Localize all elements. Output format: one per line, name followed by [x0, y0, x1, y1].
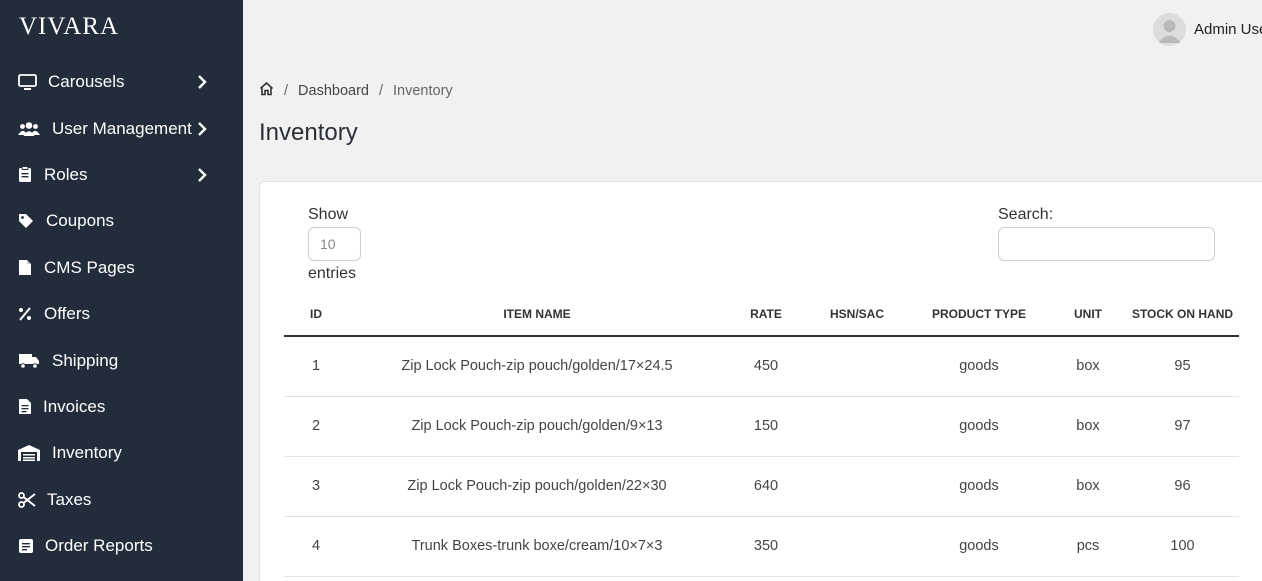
cell-item-name: Zip Lock Pouch-zip pouch/golden/17×24.5: [348, 336, 726, 397]
user-name[interactable]: Admin User: [1194, 21, 1262, 38]
table-row[interactable]: 1 Zip Lock Pouch-zip pouch/golden/17×24.…: [284, 336, 1239, 397]
breadcrumb: / Dashboard / Inventory: [259, 81, 453, 100]
sidebar: VIVARA Carousels User Management Roles C…: [0, 0, 243, 581]
inventory-card: Show 10 entries Search: ID ITEM NAME RAT…: [259, 181, 1262, 581]
cell-product-type: goods: [908, 456, 1050, 517]
cell-product-type: goods: [908, 396, 1050, 457]
sidebar-item-label: Carousels: [48, 72, 125, 92]
sidebar-item-invoices[interactable]: Invoices: [0, 384, 243, 430]
cell-hsn-sac: [806, 516, 908, 577]
breadcrumb-current: Inventory: [393, 82, 453, 99]
sidebar-item-taxes[interactable]: Taxes: [0, 477, 243, 523]
cell-rate: 350: [726, 516, 806, 577]
file-icon: [18, 258, 42, 278]
column-header-item-name[interactable]: ITEM NAME: [348, 292, 726, 337]
page-title: Inventory: [259, 119, 358, 146]
sidebar-item-label: Inventory: [52, 443, 122, 463]
invoice-icon: [18, 397, 42, 417]
home-icon[interactable]: [259, 81, 274, 100]
brand-logo[interactable]: VIVARA: [19, 13, 119, 41]
cell-rate: 150: [726, 396, 806, 457]
sidebar-item-carousels[interactable]: Carousels: [0, 59, 243, 105]
cell-item-name: Zip Lock Pouch-zip pouch/golden/22×30: [348, 456, 726, 517]
chevron-right-icon: [196, 120, 208, 138]
cell-hsn-sac: [806, 336, 908, 397]
cell-stock: 96: [1126, 456, 1239, 517]
cell-stock: 100: [1126, 516, 1239, 577]
cell-hsn-sac: [806, 396, 908, 457]
page-size-select[interactable]: 10: [308, 227, 361, 261]
cell-product-type: goods: [908, 336, 1050, 397]
scissors-icon: [18, 490, 42, 510]
table-row[interactable]: 3 Zip Lock Pouch-zip pouch/golden/22×30 …: [284, 456, 1239, 517]
entries-label: entries: [308, 265, 357, 282]
column-header-stock-on-hand[interactable]: STOCK ON HAND: [1126, 292, 1239, 337]
cell-stock: 95: [1126, 336, 1239, 397]
chevron-right-icon: [196, 166, 208, 184]
cell-id: 3: [284, 456, 348, 517]
tag-icon: [18, 211, 42, 231]
cell-item-name: Trunk Boxes-trunk boxe/cream/10×7×3: [348, 516, 726, 577]
breadcrumb-dashboard[interactable]: Dashboard: [298, 83, 369, 99]
sidebar-item-shipping[interactable]: Shipping: [0, 337, 243, 383]
sidebar-item-label: Invoices: [43, 396, 106, 416]
column-header-product-type[interactable]: PRODUCT TYPE: [908, 292, 1050, 337]
search-label: Search:: [998, 206, 1054, 223]
report-icon: [18, 536, 42, 556]
clipboard-icon: [18, 165, 42, 185]
cell-rate: 640: [726, 456, 806, 517]
chevron-right-icon: [196, 73, 208, 91]
inventory-table: ID ITEM NAME RATE HSN/SAC PRODUCT TYPE U…: [284, 292, 1239, 577]
cell-hsn-sac: [806, 456, 908, 517]
user-menu[interactable]: Admin User: [1153, 13, 1262, 46]
sidebar-item-coupons[interactable]: Coupons: [0, 198, 243, 244]
sidebar-nav: Carousels User Management Roles Coupons: [0, 59, 243, 569]
sidebar-item-label: Order Reports: [45, 536, 153, 556]
cell-item-name: Zip Lock Pouch-zip pouch/golden/9×13: [348, 396, 726, 457]
column-header-rate[interactable]: RATE: [726, 292, 806, 337]
cell-id: 2: [284, 396, 348, 457]
cell-product-type: goods: [908, 516, 1050, 577]
sidebar-item-label: User Management: [52, 118, 192, 138]
cell-id: 1: [284, 336, 348, 397]
cell-unit: box: [1050, 456, 1126, 517]
breadcrumb-separator: /: [284, 82, 289, 99]
sidebar-item-label: Taxes: [47, 489, 92, 509]
sidebar-item-user-management[interactable]: User Management: [0, 105, 243, 151]
column-header-hsn-sac[interactable]: HSN/SAC: [806, 292, 908, 337]
cell-stock: 97: [1126, 396, 1239, 457]
cell-rate: 450: [726, 336, 806, 397]
sidebar-item-offers[interactable]: Offers: [0, 291, 243, 337]
table-row[interactable]: 2 Zip Lock Pouch-zip pouch/golden/9×13 1…: [284, 396, 1239, 457]
sidebar-item-label: Coupons: [46, 211, 115, 231]
breadcrumb-separator: /: [378, 82, 383, 99]
avatar[interactable]: [1153, 13, 1186, 46]
percent-icon: [18, 304, 42, 324]
sidebar-item-label: Roles: [44, 164, 88, 184]
column-header-unit[interactable]: UNIT: [1050, 292, 1126, 337]
sidebar-item-label: Shipping: [52, 350, 119, 370]
table-row[interactable]: 4 Trunk Boxes-trunk boxe/cream/10×7×3 35…: [284, 516, 1239, 577]
sidebar-item-inventory[interactable]: Inventory: [0, 430, 243, 476]
cell-id: 4: [284, 516, 348, 577]
sidebar-item-cms-pages[interactable]: CMS Pages: [0, 245, 243, 291]
cell-unit: box: [1050, 396, 1126, 457]
sidebar-item-label: Offers: [44, 304, 90, 324]
cell-unit: pcs: [1050, 516, 1126, 577]
sidebar-item-label: CMS Pages: [44, 257, 135, 277]
table-header-row: ID ITEM NAME RATE HSN/SAC PRODUCT TYPE U…: [284, 292, 1239, 337]
warehouse-icon: [18, 443, 48, 463]
sidebar-item-order-reports[interactable]: Order Reports: [0, 523, 243, 569]
search-input[interactable]: [998, 227, 1215, 261]
column-header-id[interactable]: ID: [284, 292, 348, 337]
cell-unit: box: [1050, 336, 1126, 397]
show-label: Show: [308, 206, 349, 223]
users-icon: [18, 119, 48, 139]
monitor-icon: [18, 72, 42, 92]
sidebar-item-roles[interactable]: Roles: [0, 152, 243, 198]
truck-icon: [18, 351, 48, 371]
